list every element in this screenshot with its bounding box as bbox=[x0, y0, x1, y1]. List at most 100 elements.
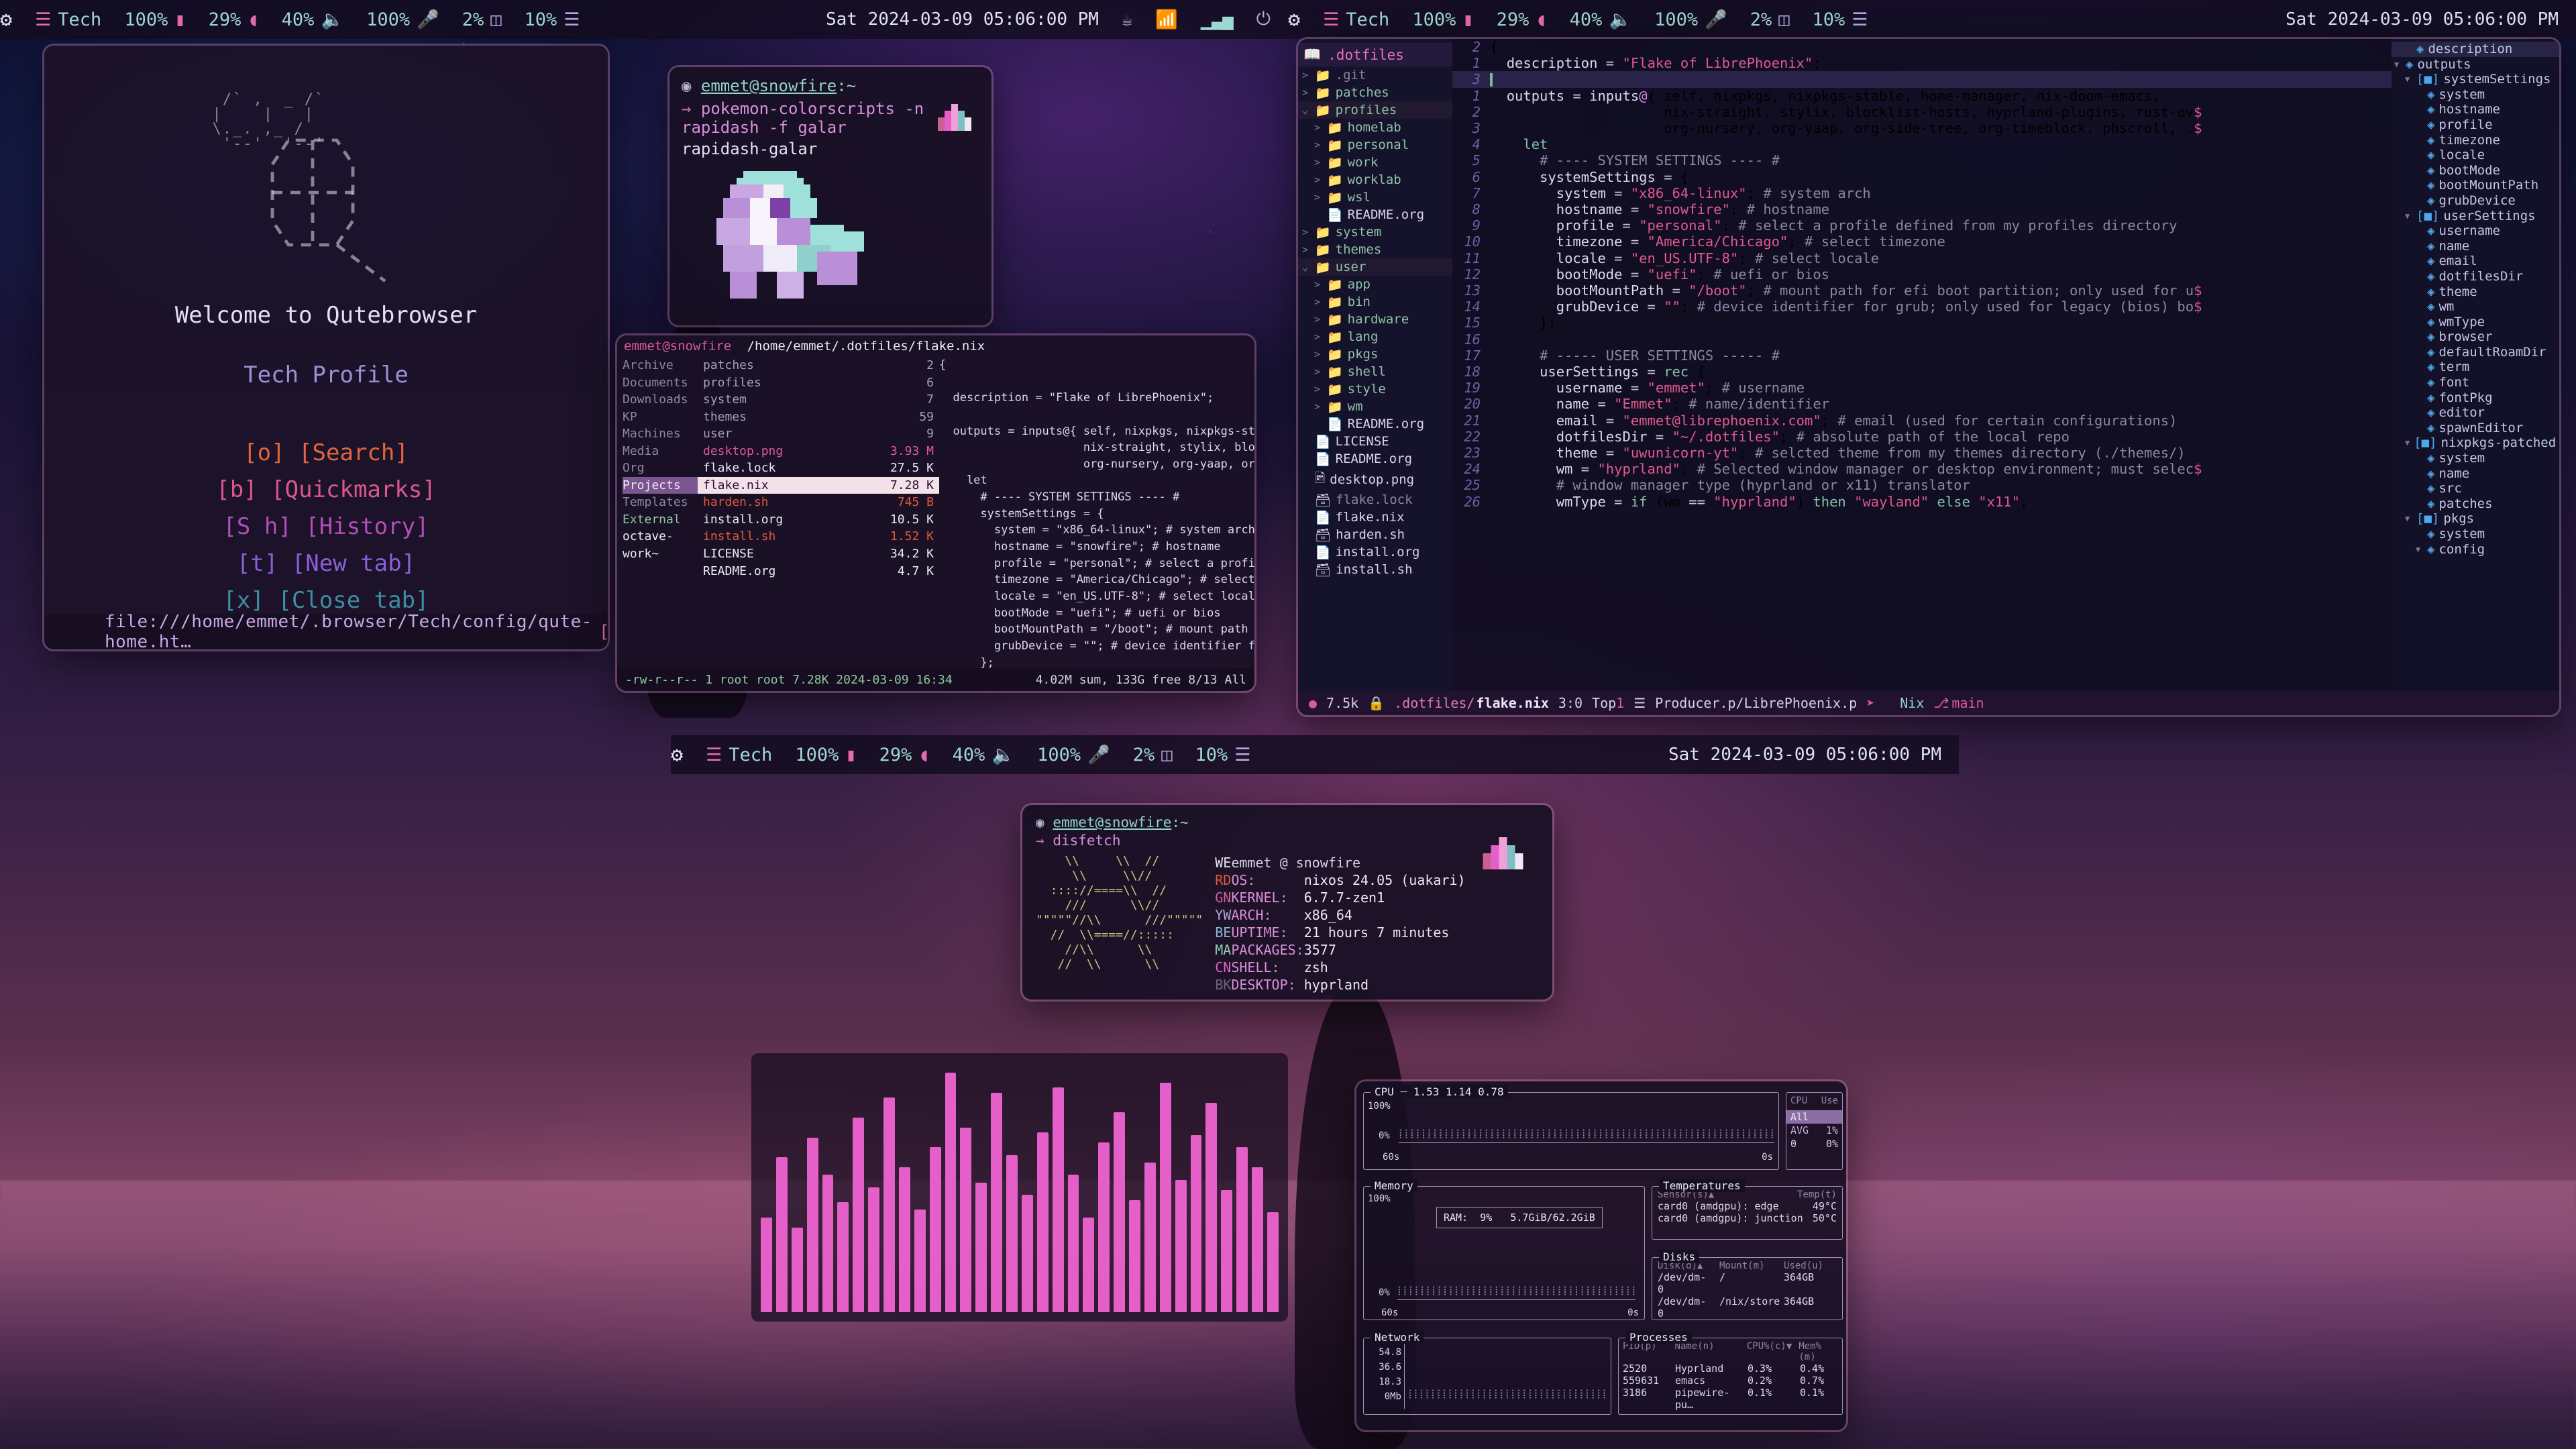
code-line[interactable]: 2 nix-straight, stylix, blocklist-hosts,… bbox=[1452, 104, 2392, 120]
fm-file-row[interactable]: flake.nix 7.28 K bbox=[698, 476, 939, 494]
tree-item-themes[interactable]: > 📁 themes bbox=[1298, 241, 1452, 258]
tree-item-install-sh[interactable]: 🗃 install.sh bbox=[1298, 561, 1452, 578]
btop-cpu-use-box[interactable]: CPU Use All AVG 1% 0 0% bbox=[1786, 1092, 1843, 1170]
tree-item-user[interactable]: ⌄ 📁 user bbox=[1298, 258, 1452, 276]
editor-code-area[interactable]: 2{1 description = "Flake of LibrePhoenix… bbox=[1452, 39, 2392, 691]
fm-column-current[interactable]: patches 2 profiles 6 system 7 themes 59 user 9 des… bbox=[698, 357, 939, 691]
code-line[interactable]: 2{ bbox=[1452, 39, 2392, 55]
coffee-off-icon[interactable]: ☕ bbox=[1122, 9, 1132, 30]
outline-item-usersettings[interactable]: ▼ [■] userSettings bbox=[2392, 209, 2559, 224]
code-line[interactable]: 21 email = "emmet@librephoenix.com"; # e… bbox=[1452, 413, 2392, 429]
fm-parent-item[interactable]: Media bbox=[623, 443, 698, 460]
tree-item-patches[interactable]: > 📁 patches bbox=[1298, 84, 1452, 101]
outline-item-systemsettings[interactable]: ▼ [■] systemSettings bbox=[2392, 72, 2559, 87]
outline-item-hostname[interactable]: ◈ hostname bbox=[2392, 102, 2559, 117]
tree-item-harden-sh[interactable]: 🗃 harden.sh bbox=[1298, 526, 1452, 543]
outline-item-term[interactable]: ◈ term bbox=[2392, 360, 2559, 375]
fm-file-row[interactable]: patches 2 bbox=[698, 357, 939, 374]
tree-item-homelab[interactable]: > 📁 homelab bbox=[1298, 119, 1452, 136]
btop-proc-col-mem[interactable]: Mem%(m) bbox=[1799, 1341, 1838, 1362]
wifi-icon[interactable]: ▁▃▅ bbox=[1201, 9, 1234, 30]
bar-battery-3[interactable]: 100% ▮ bbox=[795, 745, 856, 765]
bar-battery-2[interactable]: 100% ▮ bbox=[1412, 9, 1473, 30]
bar-cpu[interactable]: 2% ◫ bbox=[462, 9, 502, 30]
outline-item-browser[interactable]: ◈ browser bbox=[2392, 329, 2559, 345]
fm-file-row[interactable]: system 7 bbox=[698, 391, 939, 409]
btop-proc-col-cpu[interactable]: CPU%(c)▼ bbox=[1747, 1341, 1799, 1362]
btop-proc-col-name[interactable]: Name(n) bbox=[1675, 1341, 1747, 1362]
qb-item-search[interactable]: [o] [Search] bbox=[44, 435, 608, 472]
outline-item-spawneditor[interactable]: ◈ spawnEditor bbox=[2392, 421, 2559, 436]
code-line[interactable]: 17 # ----- USER SETTINGS ----- # bbox=[1452, 347, 2392, 364]
btop-process-row[interactable]: 3186 pipewire-pu… 0.1% 0.1% bbox=[1619, 1387, 1842, 1411]
tree-item-flake-nix[interactable]: 📄 flake.nix bbox=[1298, 508, 1452, 526]
tree-item-wm[interactable]: > 📁 wm bbox=[1298, 398, 1452, 415]
outline-item-grubdevice[interactable]: ◈ grubDevice bbox=[2392, 193, 2559, 209]
fm-parent-item[interactable]: Downloads bbox=[623, 391, 698, 409]
outline-item-name[interactable]: ◈ name bbox=[2392, 239, 2559, 254]
code-line[interactable]: 4 let bbox=[1452, 136, 2392, 152]
outline-item-wmtype[interactable]: ◈ wmType bbox=[2392, 315, 2559, 330]
bar-battery[interactable]: 100% ▮ bbox=[124, 9, 185, 30]
outline-item-defaultroamdir[interactable]: ◈ defaultRoamDir bbox=[2392, 345, 2559, 360]
code-line[interactable]: 15 }; bbox=[1452, 315, 2392, 331]
bar-ram-3[interactable]: 10% ☰ bbox=[1195, 745, 1251, 765]
code-line[interactable]: 3 bbox=[1452, 71, 2392, 88]
fm-file-row[interactable]: flake.lock 27.5 K bbox=[698, 460, 939, 477]
qb-item-quickmarks[interactable]: [b] [Quickmarks] bbox=[44, 472, 608, 508]
code-line[interactable]: 16 bbox=[1452, 331, 2392, 347]
bar-mic-2[interactable]: 100% 🎤 bbox=[1654, 9, 1727, 31]
code-line[interactable]: 1 outputs = inputs@{ self, nixpkgs, nixp… bbox=[1452, 88, 2392, 104]
fm-file-row[interactable]: install.org 10.5 K bbox=[698, 511, 939, 529]
tree-item-readme-org[interactable]: 📄 README.org bbox=[1298, 450, 1452, 468]
outline-item-description[interactable]: ◈ description bbox=[2392, 42, 2559, 57]
bar-brightness-2[interactable]: 29% ◖ bbox=[1497, 9, 1547, 30]
btop-disks-col-used[interactable]: Used(u) bbox=[1784, 1260, 1823, 1271]
tree-item-flake-lock[interactable]: 🗃 flake.lock bbox=[1298, 491, 1452, 508]
bar-workspace-2[interactable]: ☰ Tech bbox=[1323, 9, 1389, 30]
fm-column-parent[interactable]: Archive Documents Downloads KP Machines Media… bbox=[617, 357, 698, 691]
fm-file-row[interactable]: themes 59 bbox=[698, 409, 939, 426]
outline-item-timezone[interactable]: ◈ timezone bbox=[2392, 133, 2559, 148]
code-line[interactable]: 6 systemSettings = { bbox=[1452, 169, 2392, 185]
bar-volume[interactable]: 40% 🔈 bbox=[282, 9, 343, 31]
editor-window[interactable]: 📖 .dotfiles > 📁 .git > 📁 patches ⌄ 📁 profiles > 📁 h… bbox=[1298, 39, 2559, 715]
tree-root-title[interactable]: 📖 .dotfiles bbox=[1298, 43, 1452, 66]
btop-process-row[interactable]: 2520 Hyprland 0.3% 0.4% bbox=[1619, 1362, 1842, 1375]
tree-item-style[interactable]: > 📁 style bbox=[1298, 380, 1452, 398]
btop-disks-col-mount[interactable]: Mount(m) bbox=[1719, 1260, 1774, 1271]
qb-item-newtab[interactable]: [t] [New tab] bbox=[44, 545, 608, 582]
tree-item-readme-org[interactable]: 📄 README.org bbox=[1298, 415, 1452, 433]
fm-parent-item[interactable]: Documents bbox=[623, 374, 698, 392]
fm-file-row[interactable]: desktop.png 3.93 M bbox=[698, 443, 939, 460]
tree-item-app[interactable]: > 📁 app bbox=[1298, 276, 1452, 293]
tree-item-lang[interactable]: > 📁 lang bbox=[1298, 328, 1452, 345]
outline-item-bootmountpath[interactable]: ◈ bootMountPath bbox=[2392, 178, 2559, 193]
outline-item-font[interactable]: ◈ font bbox=[2392, 375, 2559, 390]
outline-item-outputs[interactable]: ▼ ◈ outputs bbox=[2392, 57, 2559, 72]
outline-item-fontpkg[interactable]: ◈ fontPkg bbox=[2392, 390, 2559, 406]
tree-item-worklab[interactable]: > 📁 worklab bbox=[1298, 171, 1452, 189]
bar-ram[interactable]: 10% ☰ bbox=[525, 9, 580, 30]
tree-item-shell[interactable]: > 📁 shell bbox=[1298, 363, 1452, 380]
code-line[interactable]: 14 grubDevice = ""; # device identifier … bbox=[1452, 299, 2392, 315]
fm-file-row[interactable]: README.org 4.7 K bbox=[698, 563, 939, 580]
editor-file-tree[interactable]: 📖 .dotfiles > 📁 .git > 📁 patches ⌄ 📁 profiles > 📁 h… bbox=[1298, 39, 1452, 691]
code-line[interactable]: 24 wm = "hyprland"; # Selected window ma… bbox=[1452, 461, 2392, 477]
status-bar-right[interactable]: ⚙ ☰ Tech 100% ▮ 29% ◖ 40% 🔈 100% 🎤 2% ◫ … bbox=[1288, 0, 2576, 39]
bar-volume-3[interactable]: 40% 🔈 bbox=[953, 744, 1014, 766]
outline-item-pkgs[interactable]: ▼ [■] pkgs bbox=[2392, 511, 2559, 527]
btop-proc-col-pid[interactable]: PID(p) bbox=[1623, 1341, 1675, 1362]
outline-item-nixpkgs-patched[interactable]: ▼ [■] nixpkgs-patched bbox=[2392, 435, 2559, 451]
code-line[interactable]: 20 name = "Emmet"; # name/identifier bbox=[1452, 396, 2392, 412]
fm-parent-item[interactable]: Org bbox=[623, 460, 698, 477]
system-monitor-window[interactable]: CPU ─ 1.53 1.14 0.78 100% 0% ⡇⡇⡇⡇⡇⡇⡇⡇⡇⡇⡇… bbox=[1356, 1081, 1846, 1430]
bar-brightness[interactable]: 29% ◖ bbox=[209, 9, 259, 30]
fm-parent-item[interactable]: External bbox=[623, 511, 698, 529]
tree-item-license[interactable]: 📄 LICENSE bbox=[1298, 433, 1452, 450]
code-line[interactable]: 10 timezone = "America/Chicago"; # selec… bbox=[1452, 233, 2392, 250]
fm-parent-item[interactable]: KP bbox=[623, 409, 698, 426]
fm-parent-item[interactable]: Projects bbox=[623, 476, 698, 494]
tree-item-readme-org[interactable]: 📄 README.org bbox=[1298, 206, 1452, 223]
disfetch-window[interactable]: ◉ emmet@snowfire:~ → disfetch \\ \\ // \… bbox=[1022, 805, 1552, 1000]
